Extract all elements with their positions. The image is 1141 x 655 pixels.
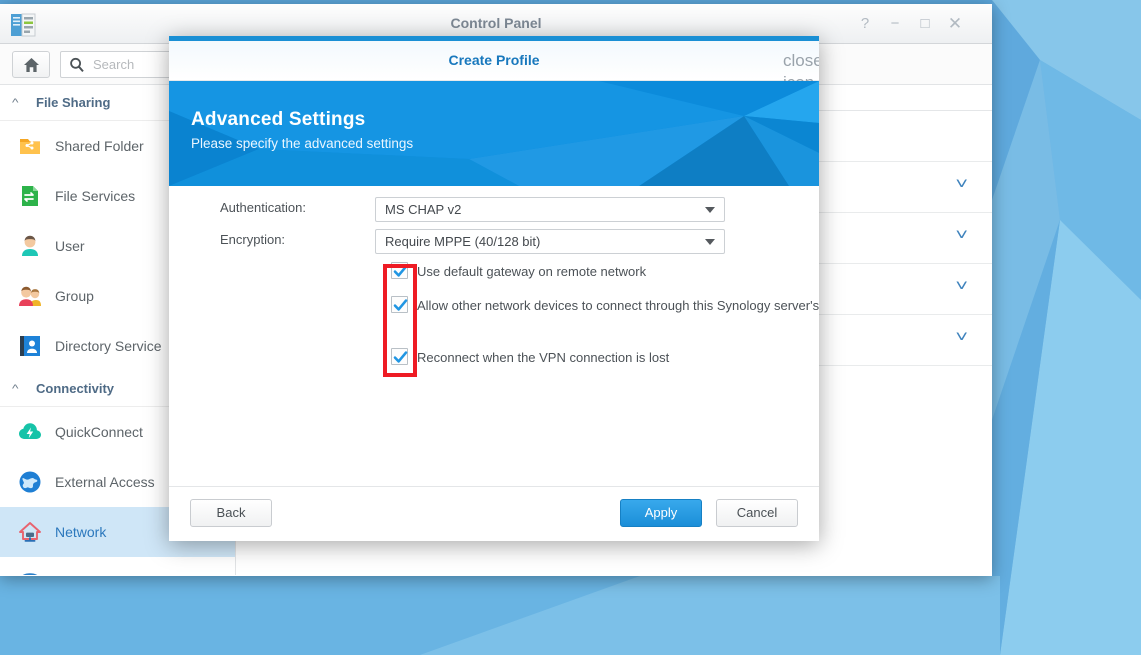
wireless-icon bbox=[18, 570, 42, 575]
cancel-button[interactable]: Cancel bbox=[716, 499, 798, 527]
checkbox-reconnect-vpn[interactable] bbox=[391, 348, 408, 365]
sidebar-item-label: Wireless bbox=[55, 574, 109, 575]
banner-subheading: Please specify the advanced settings bbox=[191, 136, 414, 151]
search-icon bbox=[69, 57, 85, 78]
user-icon bbox=[18, 234, 42, 258]
authentication-value: MS CHAP v2 bbox=[385, 202, 462, 217]
checkbox-label: Allow other network devices to connect t… bbox=[417, 298, 819, 313]
sidebar-item-wireless[interactable]: Wireless bbox=[0, 557, 235, 575]
directory-service-icon bbox=[18, 334, 42, 358]
quickconnect-icon bbox=[18, 420, 42, 444]
sidebar-group-label: Connectivity bbox=[36, 381, 115, 396]
checkbox-use-default-gateway[interactable] bbox=[391, 262, 408, 279]
back-button[interactable]: Back bbox=[190, 499, 272, 527]
sidebar-item-label: QuickConnect bbox=[55, 424, 143, 440]
network-icon bbox=[18, 520, 42, 544]
encryption-label: Encryption: bbox=[220, 232, 286, 247]
maximize-button[interactable]: □ bbox=[914, 14, 936, 34]
create-profile-dialog: Create Profile close-icon Advanced Setti… bbox=[169, 36, 819, 541]
banner-heading: Advanced Settings bbox=[191, 109, 366, 130]
chevron-up-icon: ^ bbox=[12, 382, 19, 395]
close-button[interactable]: ✕ bbox=[944, 14, 966, 34]
chevron-down-icon[interactable]: ˅ bbox=[955, 278, 968, 296]
help-button[interactable]: ? bbox=[854, 14, 876, 34]
home-button[interactable] bbox=[12, 51, 50, 78]
sidebar-item-label: User bbox=[55, 238, 85, 254]
chevron-down-icon[interactable]: ˅ bbox=[955, 227, 968, 245]
check-icon bbox=[393, 299, 408, 311]
dialog-form: Authentication: MS CHAP v2 Encryption: R… bbox=[169, 186, 819, 486]
group-icon bbox=[18, 284, 42, 308]
sidebar-item-label: Group bbox=[55, 288, 94, 304]
authentication-select[interactable]: MS CHAP v2 bbox=[375, 197, 725, 222]
chevron-down-icon[interactable]: ˅ bbox=[955, 176, 968, 194]
dialog-footer: Back Apply Cancel bbox=[169, 486, 819, 541]
sidebar-item-label: File Services bbox=[55, 188, 136, 204]
external-access-icon bbox=[18, 470, 42, 494]
field-row-authentication: Authentication: MS CHAP v2 bbox=[169, 197, 819, 223]
chevron-down-icon bbox=[705, 239, 715, 245]
close-icon[interactable]: close-icon bbox=[783, 50, 819, 92]
encryption-value: Require MPPE (40/128 bit) bbox=[385, 234, 541, 249]
check-icon bbox=[393, 265, 408, 277]
sidebar-item-label: Directory Service bbox=[55, 338, 162, 354]
shared-folder-icon bbox=[18, 134, 42, 158]
encryption-select[interactable]: Require MPPE (40/128 bit) bbox=[375, 229, 725, 254]
banner-text-block: Advanced Settings Please specify the adv… bbox=[191, 109, 413, 151]
sidebar-group-label: File Sharing bbox=[36, 95, 111, 110]
authentication-label: Authentication: bbox=[220, 200, 307, 215]
page-title: Control Panel bbox=[450, 15, 542, 31]
chevron-down-icon[interactable]: ˅ bbox=[955, 329, 968, 347]
chevron-up-icon: ^ bbox=[12, 96, 19, 109]
apply-button[interactable]: Apply bbox=[620, 499, 702, 527]
sidebar-item-label: External Access bbox=[55, 474, 155, 490]
chevron-down-icon bbox=[705, 207, 715, 213]
file-services-icon bbox=[18, 184, 42, 208]
checkbox-label: Reconnect when the VPN connection is los… bbox=[417, 350, 670, 365]
checkbox-label: Use default gateway on remote network bbox=[417, 264, 647, 279]
dialog-titlebar: Create Profile close-icon bbox=[169, 41, 819, 92]
sidebar-item-label: Network bbox=[55, 524, 107, 540]
minimize-button[interactable]: − bbox=[884, 14, 906, 34]
check-icon bbox=[393, 351, 408, 363]
field-row-encryption: Encryption: Require MPPE (40/128 bit) bbox=[169, 229, 819, 255]
dialog-title: Create Profile bbox=[448, 52, 540, 68]
dialog-banner: Advanced Settings Please specify the adv… bbox=[169, 81, 819, 186]
sidebar-item-label: Shared Folder bbox=[55, 138, 144, 154]
checkbox-allow-other-devices[interactable] bbox=[391, 296, 408, 313]
